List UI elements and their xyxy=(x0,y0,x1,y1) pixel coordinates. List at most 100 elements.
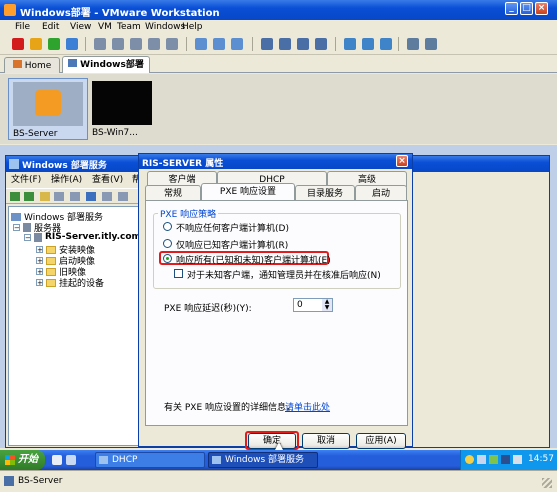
clone-icon[interactable] xyxy=(148,38,160,50)
mmc-menu-file[interactable]: 文件(F) xyxy=(11,173,41,188)
radio-no-response-label[interactable]: 不响应任何客户端计算机(D) xyxy=(176,221,289,234)
tray-icon-1[interactable] xyxy=(465,455,474,464)
mmc-menu-action[interactable]: 操作(A) xyxy=(51,173,82,188)
expand-icon[interactable]: + xyxy=(36,268,43,276)
quicklaunch-icon-1[interactable] xyxy=(52,455,62,465)
apply-button[interactable]: 应用(A) xyxy=(356,433,406,449)
play-icon[interactable] xyxy=(48,38,60,50)
expand-icon[interactable]: + xyxy=(36,279,43,287)
wds-icon xyxy=(212,456,221,464)
menu-windows[interactable]: Windows xyxy=(145,20,185,35)
up-folder-icon[interactable] xyxy=(40,192,50,201)
tree-item-pending-devices[interactable]: + 挂起的设备 xyxy=(36,276,104,289)
thumbnail-preview xyxy=(92,81,152,125)
maximize-button[interactable]: □ xyxy=(520,2,533,15)
vm-icon xyxy=(68,59,78,67)
radio-respond-all[interactable] xyxy=(163,254,172,263)
system-tray: 14:57 xyxy=(460,450,557,470)
sidebar-icon[interactable] xyxy=(344,38,356,50)
tab-home[interactable]: Home xyxy=(4,57,60,73)
tabs-icon[interactable] xyxy=(380,38,392,50)
radio-known-only-label[interactable]: 仅响应已知客户端计算机(R) xyxy=(176,238,288,251)
menu-file[interactable]: File xyxy=(15,20,30,35)
forward-icon[interactable] xyxy=(24,192,34,201)
console-icon[interactable] xyxy=(195,38,207,50)
tray-icon-5[interactable] xyxy=(513,455,522,464)
toolbar-icon[interactable] xyxy=(118,192,128,201)
taskbar-item-dhcp[interactable]: DHCP xyxy=(95,452,205,468)
start-button[interactable]: 开始 xyxy=(0,450,45,470)
tray-icon-3[interactable] xyxy=(489,455,498,464)
server-icon xyxy=(34,232,42,242)
reset-icon[interactable] xyxy=(66,38,78,50)
pause-icon[interactable] xyxy=(30,38,42,50)
delay-value[interactable]: 0 xyxy=(297,300,303,310)
radio-no-response[interactable] xyxy=(163,222,172,231)
dialog-close-button[interactable]: × xyxy=(396,155,408,167)
quicklaunch-icon-2[interactable] xyxy=(66,455,76,465)
quick-switch-icon[interactable] xyxy=(213,38,225,50)
help-icon[interactable] xyxy=(86,192,96,201)
vmware-status-bar: BS-Server xyxy=(0,470,557,492)
tab-pxe-response[interactable]: PXE 响应设置 xyxy=(201,183,295,201)
thumbnail-bs-win7[interactable]: BS-Win7... xyxy=(92,78,154,140)
notify-admin-checkbox[interactable] xyxy=(174,269,183,278)
mmc-menu-view[interactable]: 查看(V) xyxy=(92,173,123,188)
menu-view[interactable]: View xyxy=(70,20,91,35)
ok-button[interactable]: 确定 xyxy=(248,433,296,449)
radio-known-only[interactable] xyxy=(163,239,172,248)
close-button[interactable]: × xyxy=(535,2,548,15)
back-icon[interactable] xyxy=(10,192,20,201)
tray-icon-4[interactable] xyxy=(501,455,510,464)
menu-edit[interactable]: Edit xyxy=(42,20,59,35)
stepper-down-icon[interactable]: ▼ xyxy=(322,305,332,311)
settings-icon[interactable] xyxy=(166,38,178,50)
properties-dialog: RIS-SERVER 属性 × 客户端 DHCP 高级 常规 PXE 响应设置 … xyxy=(138,153,413,450)
tab-windows-deploy[interactable]: Windows部署 × xyxy=(62,56,150,86)
tab-directory-services[interactable]: 目录服务 xyxy=(295,185,355,201)
info-link[interactable]: 请单击此处 xyxy=(285,400,330,413)
vmware-menu-bar: File Edit View VM Team Windows Help xyxy=(0,20,557,35)
view-normal-icon[interactable] xyxy=(261,38,273,50)
toolbar-extra-icon-2[interactable] xyxy=(425,38,437,50)
tray-icon-2[interactable] xyxy=(477,455,486,464)
tab-boot[interactable]: 启动 xyxy=(355,185,407,201)
resize-grip-icon[interactable] xyxy=(542,478,552,488)
view-unity-icon[interactable] xyxy=(297,38,309,50)
snapshot-manager-icon[interactable] xyxy=(130,38,142,50)
delay-stepper[interactable]: 0 ▲ ▼ xyxy=(293,298,333,312)
minimize-button[interactable]: _ xyxy=(505,2,518,15)
tree-item-ris-server[interactable]: − RIS-Server.itly.com xyxy=(24,232,141,242)
expand-icon[interactable]: + xyxy=(36,246,43,254)
menu-team[interactable]: Team xyxy=(117,20,141,35)
cancel-button[interactable]: 取消 xyxy=(302,433,350,449)
view-fullscreen-icon[interactable] xyxy=(279,38,291,50)
vmware-logo-icon xyxy=(35,90,61,116)
vmware-app-icon xyxy=(4,4,16,16)
taskbar-item-wds[interactable]: Windows 部署服务 xyxy=(208,452,318,468)
properties-icon[interactable] xyxy=(102,192,112,201)
folder-icon xyxy=(46,278,56,287)
thumbnails-icon[interactable] xyxy=(362,38,374,50)
vmware-tab-strip: Home Windows部署 × xyxy=(0,56,557,86)
toolbar-extra-icon-1[interactable] xyxy=(407,38,419,50)
collapse-icon[interactable]: − xyxy=(13,224,20,232)
revert-snapshot-icon[interactable] xyxy=(112,38,124,50)
tab-general[interactable]: 常规 xyxy=(145,185,201,201)
mmc-title: Windows 部署服务 xyxy=(22,161,107,171)
show-tree-icon[interactable] xyxy=(54,192,64,201)
summary-icon[interactable] xyxy=(231,38,243,50)
notify-admin-label[interactable]: 对于未知客户端，通知管理员并在核准后响应(N) xyxy=(187,268,381,281)
thumbnail-bs-server[interactable]: BS-Server xyxy=(8,78,88,140)
radio-respond-all-label[interactable]: 响应所有(已知和未知)客户端计算机(E) xyxy=(176,253,331,266)
stop-icon[interactable] xyxy=(12,38,24,50)
view-stretch-icon[interactable] xyxy=(315,38,327,50)
menu-vm[interactable]: VM xyxy=(98,20,112,35)
expand-icon[interactable]: + xyxy=(36,257,43,265)
vmware-title-bar: Windows部署 - VMware Workstation _ □ × xyxy=(0,0,557,20)
menu-help[interactable]: Help xyxy=(182,20,203,35)
collapse-icon[interactable]: − xyxy=(24,233,31,241)
export-icon[interactable] xyxy=(70,192,80,201)
snapshot-icon[interactable] xyxy=(94,38,106,50)
vm-status-icon xyxy=(4,476,14,486)
